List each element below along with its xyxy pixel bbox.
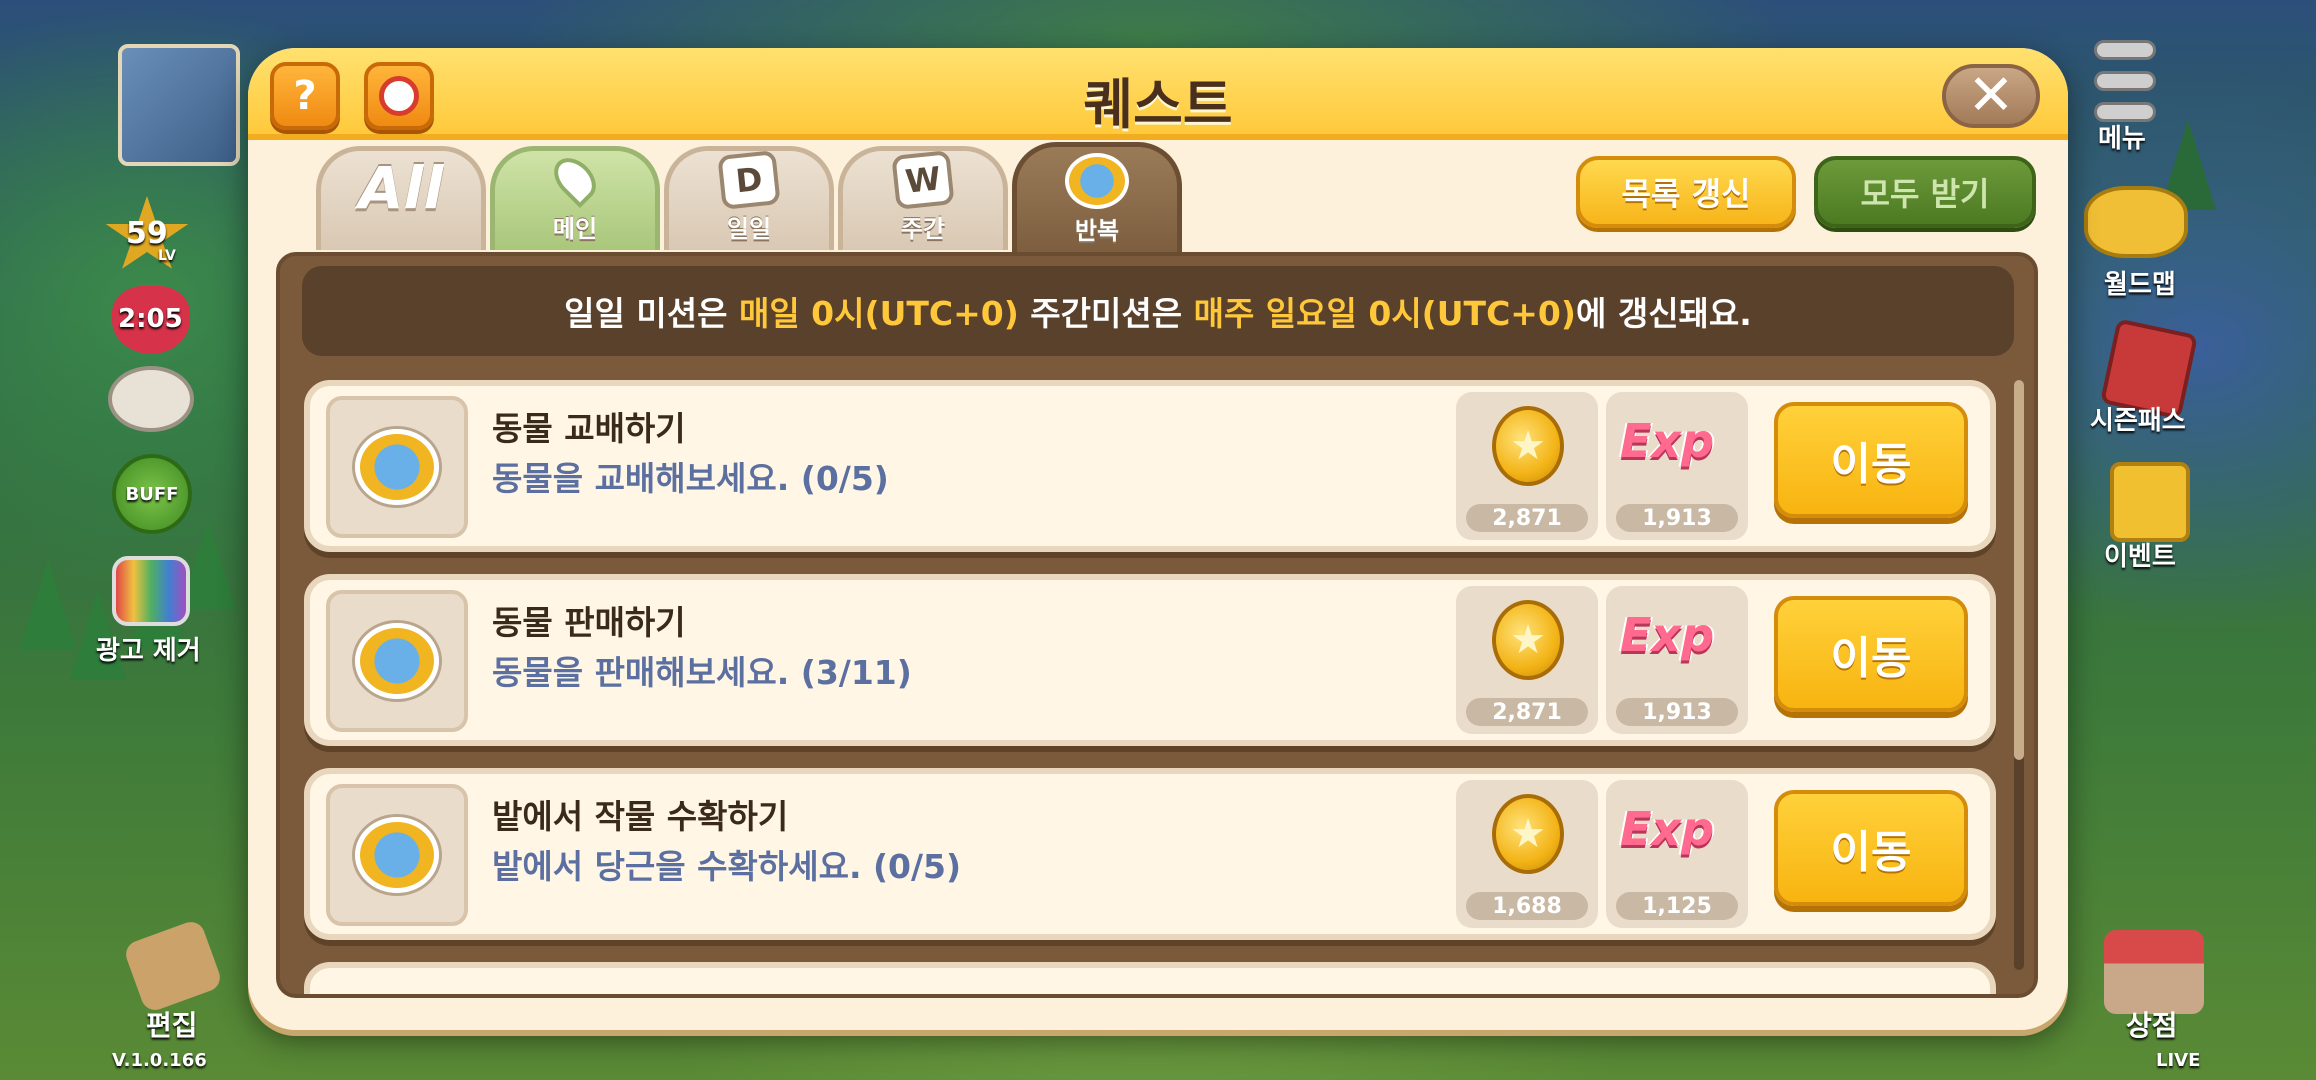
tab-repeat-label: 반복 <box>1074 217 1120 245</box>
ad-remove-button[interactable]: 광고 제거 <box>96 630 201 667</box>
tab-repeat[interactable]: 반복 <box>1012 142 1182 252</box>
coin-reward: ★ 1,688 <box>1456 780 1598 928</box>
level-suffix: LV <box>158 248 176 264</box>
exp-reward-value: 1,913 <box>1616 504 1738 532</box>
refresh-list-button[interactable]: 목록 갱신 <box>1576 156 1796 228</box>
notice-highlight-1: 매일 0시(UTC+0) <box>738 294 1019 333</box>
menu-label: 메뉴 <box>2098 124 2146 154</box>
modal-title: 퀘스트 <box>1083 73 1233 136</box>
buff-label: BUFF <box>125 483 179 505</box>
coin-reward: ★ 2,871 <box>1456 392 1598 540</box>
tab-main-label: 메인 <box>552 215 598 243</box>
quest-modal: ? 퀘스트 ✕ All 메인 D 일일 W 주간 반복 목록 갱신 모두 받기 … <box>248 48 2068 1030</box>
level-value: 59 <box>126 216 168 251</box>
quest-item: 동물 판매하기 동물을 판매해보세요. (3/11) ★ 2,871 Exp 1… <box>304 574 1996 746</box>
daily-d-icon: D <box>717 150 781 210</box>
quest-icon-box <box>326 784 468 926</box>
go-button[interactable]: 이동 <box>1774 402 1968 518</box>
exp-reward: Exp 1,913 <box>1606 586 1748 734</box>
exp-reward-value: 1,125 <box>1616 892 1738 920</box>
tab-daily[interactable]: D 일일 <box>664 146 834 250</box>
quest-list-scrollbar[interactable] <box>2014 380 2024 970</box>
close-button[interactable]: ✕ <box>1942 64 2040 128</box>
repeat-quest-icon <box>355 623 439 699</box>
world-map-button[interactable]: 월드맵 <box>2104 264 2176 301</box>
event-button[interactable]: 이벤트 <box>2104 536 2176 573</box>
quest-description: 동물을 판매해보세요. (3/11) <box>492 653 912 692</box>
coin-reward-value: 2,871 <box>1466 698 1588 726</box>
tab-all[interactable]: All <box>316 146 486 250</box>
tab-weekly-label: 주간 <box>900 215 946 243</box>
quest-icon-box <box>326 396 468 538</box>
quest-title: 동물 교배하기 <box>492 409 686 448</box>
live-indicator: LIVE <box>2156 1050 2201 1071</box>
edit-button[interactable]: 편집 <box>146 1004 198 1044</box>
exp-reward-value: 1,913 <box>1616 698 1738 726</box>
tab-main[interactable]: 메인 <box>490 146 660 250</box>
quest-list-panel: 일일 미션은 매일 0시(UTC+0) 주간미션은 매주 일요일 0시(UTC+… <box>276 252 2038 998</box>
map-pin-icon <box>546 150 604 208</box>
sheep-icon <box>108 366 194 432</box>
tab-all-glyph: All <box>358 154 444 222</box>
version-text: V.1.0.166 <box>112 1050 207 1071</box>
coin-icon: ★ <box>1492 600 1564 680</box>
tree <box>20 560 76 650</box>
notice-text-2: 주간미션은 <box>1018 294 1194 333</box>
airplane-icon <box>2084 186 2188 258</box>
quest-item: 밭에서 작물 수확하기 밭에서 당근을 수확하세요. (0/5) ★ 1,688… <box>304 768 1996 940</box>
quest-title: 밭에서 작물 수확하기 <box>492 797 789 836</box>
notice-text-1: 일일 미션은 <box>564 294 739 333</box>
go-button[interactable]: 이동 <box>1774 790 1968 906</box>
go-button[interactable]: 이동 <box>1774 596 1968 712</box>
buff-button[interactable]: BUFF <box>112 454 192 534</box>
scrollbar-thumb[interactable] <box>2014 380 2024 760</box>
claim-all-button[interactable]: 모두 받기 <box>1814 156 2036 228</box>
notice-text-3: 에 갱신돼요. <box>1575 294 1752 333</box>
coin-icon: ★ <box>1492 406 1564 486</box>
coin-reward: ★ 2,871 <box>1456 586 1598 734</box>
repeat-icon <box>1065 153 1129 209</box>
weekly-w-icon: W <box>891 150 955 210</box>
quest-item: 동물 교배하기 동물을 교배해보세요. (0/5) ★ 2,871 Exp 1,… <box>304 380 1996 552</box>
season-pass-button[interactable]: 시즌패스 <box>2090 400 2186 437</box>
heart-timer: 2:05 <box>118 304 183 334</box>
quest-description: 동물을 교배해보세요. (0/5) <box>492 459 889 498</box>
coin-icon: ★ <box>1492 794 1564 874</box>
reset-notice: 일일 미션은 매일 0시(UTC+0) 주간미션은 매주 일요일 0시(UTC+… <box>302 266 2014 356</box>
exp-reward: Exp 1,913 <box>1606 392 1748 540</box>
coin-reward-value: 1,688 <box>1466 892 1588 920</box>
repeat-quest-icon <box>355 817 439 893</box>
exp-icon: Exp <box>1620 802 1715 856</box>
tab-daily-label: 일일 <box>726 215 772 243</box>
tv-icon <box>112 556 190 626</box>
quest-description: 밭에서 당근을 수확하세요. (0/5) <box>492 847 962 886</box>
exp-reward: Exp 1,125 <box>1606 780 1748 928</box>
exp-icon: Exp <box>1620 608 1715 662</box>
tab-weekly[interactable]: W 주간 <box>838 146 1008 250</box>
event-gift-icon <box>2110 462 2190 542</box>
menu-icon[interactable] <box>2094 40 2156 122</box>
quest-icon-box <box>326 590 468 732</box>
repeat-quest-icon <box>355 429 439 505</box>
coin-reward-value: 2,871 <box>1466 504 1588 532</box>
shop-button[interactable]: 상점 <box>2126 1004 2178 1044</box>
player-avatar[interactable] <box>118 44 240 166</box>
notice-highlight-2: 매주 일요일 0시(UTC+0) <box>1193 294 1576 333</box>
quest-title: 동물 판매하기 <box>492 603 686 642</box>
shop-icon <box>2104 930 2204 1014</box>
exp-icon: Exp <box>1620 414 1715 468</box>
quest-item-partial <box>304 962 1996 994</box>
